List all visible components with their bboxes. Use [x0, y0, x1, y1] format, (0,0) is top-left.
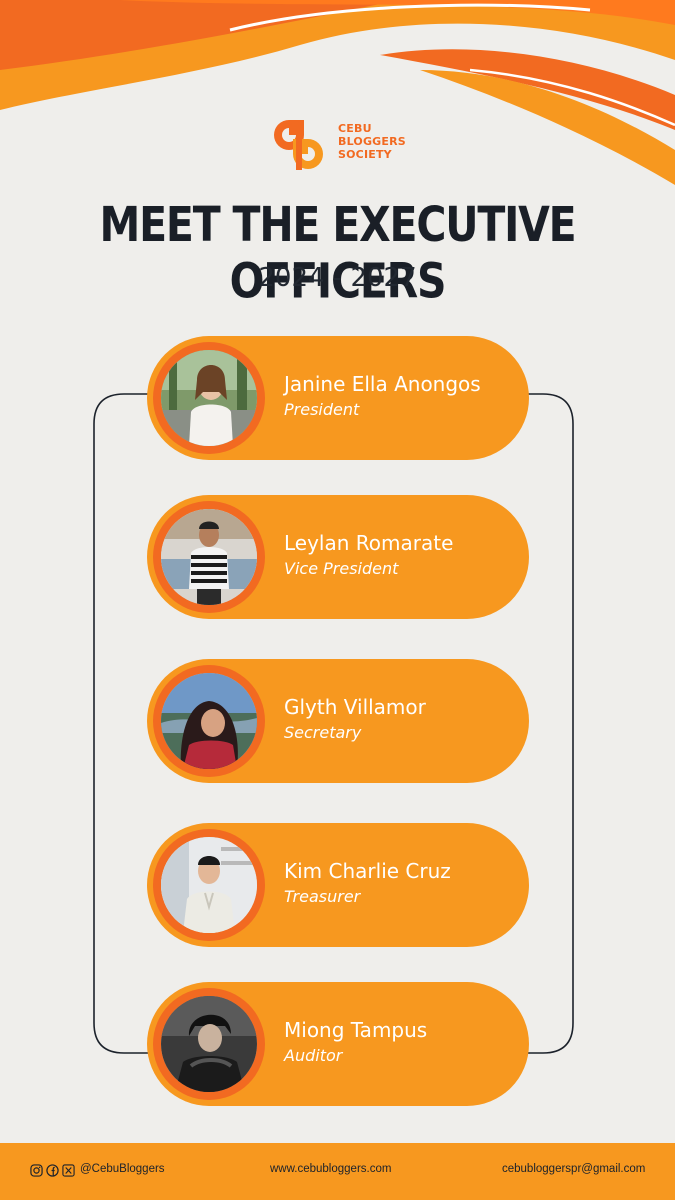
social-handle[interactable]: @CebuBloggers	[80, 1163, 165, 1175]
avatar-ring	[153, 342, 265, 454]
officer-card-treasurer: Kim Charlie Cruz Treasurer	[147, 823, 529, 947]
avatar-ring	[153, 665, 265, 777]
officer-name: Leylan Romarate	[284, 531, 454, 555]
footer-bar: @CebuBloggers www.cebubloggers.com cebub…	[0, 1143, 675, 1200]
instagram-icon[interactable]	[30, 1164, 43, 1177]
avatar	[161, 837, 257, 933]
avatar-ring	[153, 501, 265, 613]
logo-wordmark: CEBU BLOGGERS SOCIETY	[338, 122, 406, 161]
logo-line: BLOGGERS	[338, 135, 406, 148]
officer-name: Miong Tampus	[284, 1018, 428, 1042]
cebu-bloggers-society-logo: CEBU BLOGGERS SOCIETY	[270, 114, 430, 174]
website-link[interactable]: www.cebubloggers.com	[270, 1163, 391, 1175]
officer-card-vice-president: Leylan Romarate Vice President	[147, 495, 529, 619]
social-icons	[30, 1164, 75, 1180]
avatar-ring	[153, 988, 265, 1100]
logo-line: CEBU	[338, 122, 372, 135]
officer-role: Treasurer	[284, 887, 361, 906]
x-icon[interactable]	[62, 1164, 75, 1177]
facebook-icon[interactable]	[46, 1164, 59, 1177]
officer-role: Secretary	[284, 723, 362, 742]
officer-role: Auditor	[284, 1046, 343, 1065]
officer-role: Vice President	[284, 559, 399, 578]
logo-line: SOCIETY	[338, 148, 392, 161]
avatar	[161, 509, 257, 605]
poster: CEBU BLOGGERS SOCIETY MEET THE EXECUTIVE…	[0, 0, 675, 1200]
officer-card-president: Janine Ella Anongos President	[147, 336, 529, 460]
avatar-ring	[153, 829, 265, 941]
portrait-image	[161, 350, 257, 446]
officer-name: Glyth Villamor	[284, 695, 426, 719]
term-years: 2024 - 2027	[258, 263, 417, 293]
avatar	[161, 350, 257, 446]
portrait-image	[161, 509, 257, 605]
logo-mark-icon	[274, 120, 323, 170]
portrait-image	[161, 996, 257, 1092]
email-link[interactable]: cebubloggerspr@gmail.com	[502, 1163, 645, 1175]
officer-role: President	[284, 400, 360, 419]
avatar	[161, 996, 257, 1092]
avatar	[161, 673, 257, 769]
portrait-image	[161, 673, 257, 769]
portrait-image	[161, 837, 257, 933]
officer-card-secretary: Glyth Villamor Secretary	[147, 659, 529, 783]
officer-name: Janine Ella Anongos	[284, 372, 481, 396]
officer-card-auditor: Miong Tampus Auditor	[147, 982, 529, 1106]
officer-name: Kim Charlie Cruz	[284, 859, 451, 883]
